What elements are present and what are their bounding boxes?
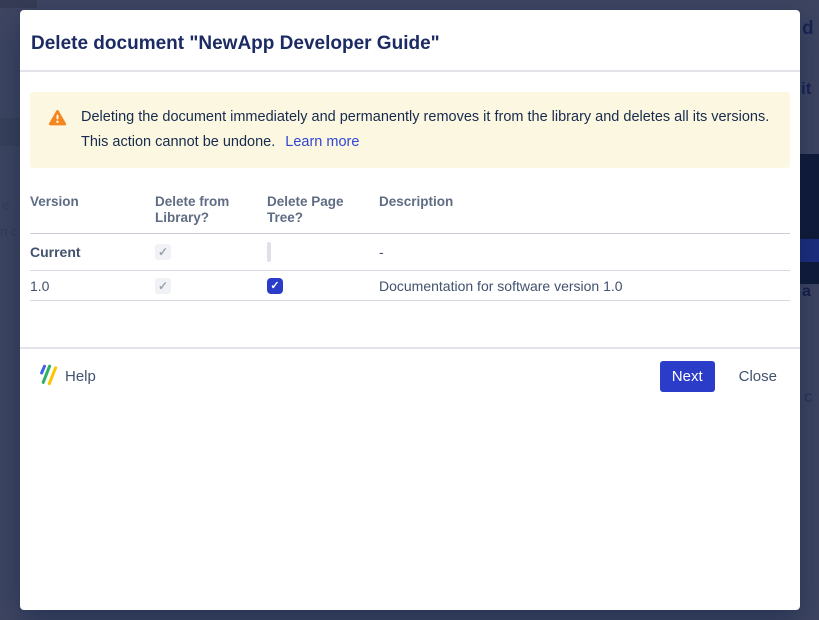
next-button[interactable]: Next bbox=[660, 361, 715, 392]
warning-message-text: Deleting the document immediately and pe… bbox=[81, 109, 769, 150]
dialog-title: Delete document "NewApp Developer Guide" bbox=[31, 33, 440, 55]
column-header-delete-page-tree: Delete Page Tree? bbox=[267, 194, 379, 226]
background-text-fragment: e bbox=[2, 198, 9, 213]
background-dark-band bbox=[0, 118, 20, 146]
column-header-description: Description bbox=[379, 194, 790, 226]
dialog-footer: Help Next Close bbox=[20, 347, 800, 404]
background-text-fragment: a bbox=[802, 283, 811, 301]
versions-table-header: Version Delete from Library? Delete Page… bbox=[30, 168, 790, 234]
delete-document-dialog: Delete document "NewApp Developer Guide"… bbox=[20, 10, 800, 610]
close-button[interactable]: Close bbox=[739, 368, 777, 385]
background-text-fragment: it bbox=[801, 79, 811, 99]
version-label: Current bbox=[30, 244, 155, 260]
checkmark-icon: ✓ bbox=[158, 279, 168, 293]
background-text-fragment: n c bbox=[0, 224, 17, 239]
background-text-fragment: d bbox=[802, 18, 814, 40]
delete-page-tree-checkbox-checked[interactable]: ✓ bbox=[267, 278, 283, 294]
learn-more-link[interactable]: Learn more bbox=[285, 134, 359, 150]
help-button[interactable]: Help bbox=[36, 364, 96, 389]
background-button-fragment bbox=[799, 239, 819, 262]
background-text-fragment: c bbox=[804, 387, 813, 407]
warning-message: Deleting the document immediately and pe… bbox=[81, 105, 772, 155]
table-row-current: Current ✓ - bbox=[30, 234, 790, 271]
background-dark-rect bbox=[0, 0, 37, 8]
description-cell: - bbox=[379, 244, 790, 260]
background-panel-fragment bbox=[799, 154, 819, 284]
delete-from-library-checkbox-checked-disabled: ✓ bbox=[155, 244, 171, 260]
version-label: 1.0 bbox=[30, 278, 155, 294]
checkmark-icon: ✓ bbox=[158, 245, 168, 259]
help-label: Help bbox=[65, 368, 96, 385]
checkmark-icon: ✓ bbox=[270, 279, 279, 292]
help-logo-icon bbox=[36, 364, 59, 389]
delete-from-library-checkbox-checked-disabled: ✓ bbox=[155, 278, 171, 294]
column-header-delete-from-library: Delete from Library? bbox=[155, 194, 267, 226]
description-cell: Documentation for software version 1.0 bbox=[379, 278, 790, 294]
column-header-version: Version bbox=[30, 194, 155, 226]
table-row-1-0: 1.0 ✓ ✓ Documentation for software versi… bbox=[30, 271, 790, 301]
delete-page-tree-checkbox-unchecked[interactable] bbox=[267, 242, 271, 262]
dialog-header: Delete document "NewApp Developer Guide" bbox=[20, 10, 800, 72]
versions-table: Version Delete from Library? Delete Page… bbox=[30, 168, 790, 301]
warning-icon bbox=[48, 105, 67, 155]
warning-banner: Deleting the document immediately and pe… bbox=[30, 92, 790, 168]
